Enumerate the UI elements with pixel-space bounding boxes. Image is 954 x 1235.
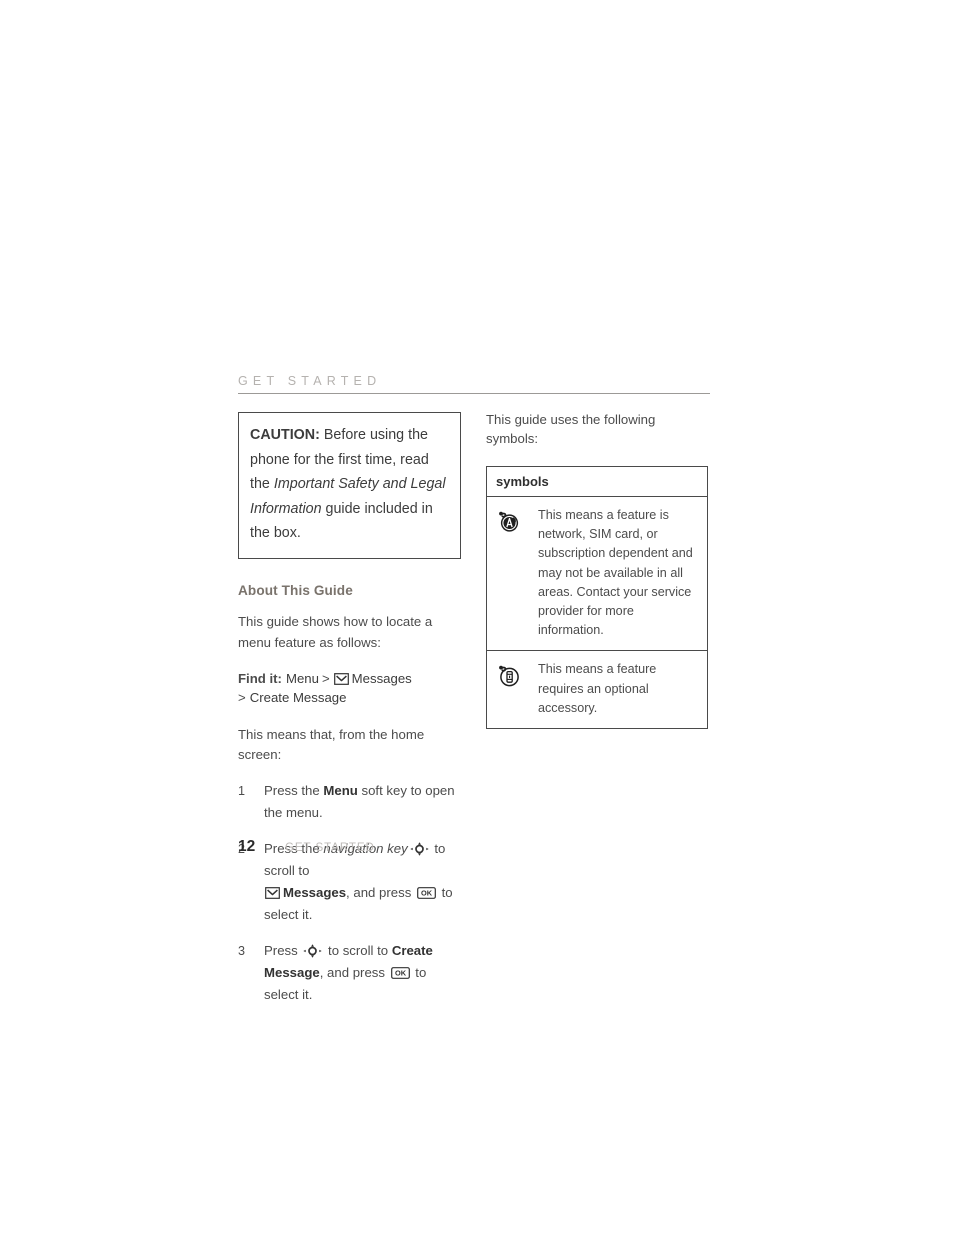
table-cell-text: This means a feature is network, SIM car… — [538, 508, 693, 638]
navigation-key-icon — [303, 943, 322, 958]
running-head: GET STARTED — [238, 374, 710, 394]
step-number: 1 — [238, 783, 246, 798]
find-it-separator-2: > — [238, 690, 246, 705]
navigation-key-icon — [410, 841, 429, 856]
step1-pre: Press the — [264, 782, 324, 798]
svg-text:OK: OK — [421, 888, 433, 897]
ok-key-icon: OK — [417, 886, 436, 899]
about-this-guide-heading: About This Guide — [238, 582, 353, 598]
table-cell-text: This means a feature requires an optiona… — [538, 662, 657, 715]
running-head-rule — [238, 393, 710, 394]
page-footer: 12 GET STARTED — [238, 838, 375, 856]
symbols-table-body: This means a feature is network, SIM car… — [486, 497, 708, 730]
find-it-path: Find it: Menu > Messages > Create Message — [238, 669, 460, 708]
means-paragraph: This means that, from the home screen: — [238, 726, 425, 762]
step3-mid2: , and press — [319, 964, 389, 980]
step-item: 1 Press the Menu soft key to open the me… — [238, 780, 460, 824]
find-it-label: Find it: — [238, 670, 282, 686]
symbols-table: symbols This means a feature is network,… — [486, 466, 708, 730]
left-column: CAUTION: Before using the phone for the … — [238, 412, 461, 1020]
svg-text:OK: OK — [395, 968, 407, 977]
caution-box: CAUTION: Before using the phone for the … — [238, 412, 461, 559]
envelope-icon — [333, 672, 349, 685]
find-it-create-message: Create Message — [249, 690, 347, 705]
step1-ui-menu: Menu — [323, 782, 358, 798]
footer-section-label: GET STARTED — [285, 841, 375, 854]
step2-mid2: , and press — [346, 884, 415, 900]
steps-list: 1 Press the Menu soft key to open the me… — [238, 780, 460, 1006]
envelope-icon — [265, 886, 280, 899]
step-text: Press the Menu soft key to open the menu… — [264, 780, 460, 824]
step3-mid1: to scroll to — [324, 942, 392, 958]
find-it-messages: Messages — [351, 670, 412, 686]
running-head-text: GET STARTED — [238, 374, 382, 388]
step-text: Press to scroll to Create Message, and p… — [264, 940, 460, 1006]
manual-page: GET STARTED CAUTION: Before using the ph… — [0, 0, 954, 1235]
step2-ui-messages: Messages — [283, 884, 347, 900]
caution-label: CAUTION: — [250, 427, 320, 443]
step3-pre: Press — [264, 942, 302, 958]
find-it-separator-1: > — [321, 670, 330, 686]
network-tower-icon — [496, 506, 538, 640]
table-row: This means a feature is network, SIM car… — [487, 497, 707, 650]
symbols-table-header: symbols — [486, 466, 708, 497]
step-number: 3 — [238, 943, 246, 958]
step-item: 3 Press to scroll to Create Message, and… — [238, 940, 460, 1006]
ok-key-icon: OK — [390, 966, 410, 979]
optional-accessory-icon — [496, 660, 538, 718]
caution-text: CAUTION: Before using the phone for the … — [250, 423, 448, 546]
find-it-menu: Menu — [285, 670, 319, 686]
table-row: This means a feature requires an optiona… — [487, 650, 707, 728]
right-column: This guide uses the following symbols: s… — [486, 410, 710, 730]
symbols-intro: This guide uses the following symbols: — [486, 412, 656, 446]
page-number: 12 — [238, 838, 256, 855]
about-intro-paragraph: This guide shows how to locate a menu fe… — [238, 613, 433, 651]
